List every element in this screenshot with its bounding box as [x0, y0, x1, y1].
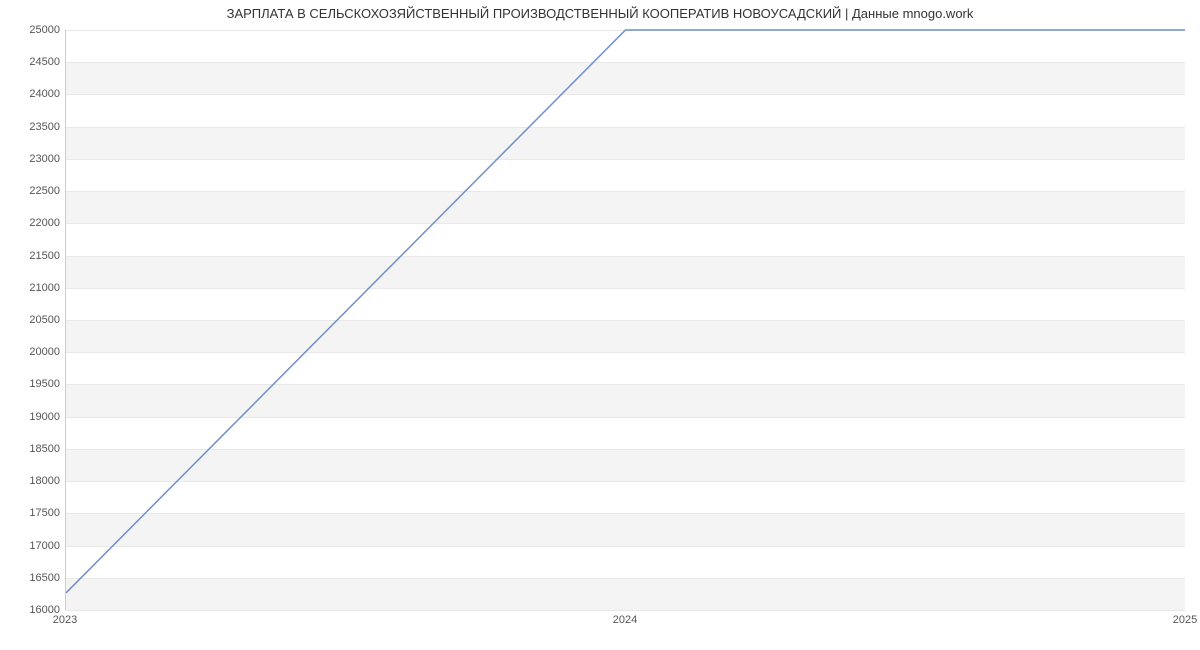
y-tick-label: 17500 [5, 507, 60, 519]
line-path [66, 30, 1185, 609]
chart-container: ЗАРПЛАТА В СЕЛЬСКОХОЗЯЙСТВЕННЫЙ ПРОИЗВОД… [0, 0, 1200, 650]
y-tick-label: 19500 [5, 378, 60, 390]
x-tick-label: 2024 [613, 614, 637, 626]
y-tick-label: 18500 [5, 443, 60, 455]
y-tick-label: 21500 [5, 250, 60, 262]
gridline [66, 610, 1185, 611]
y-tick-label: 17000 [5, 540, 60, 552]
y-tick-label: 24000 [5, 88, 60, 100]
y-tick-label: 23000 [5, 153, 60, 165]
y-tick-label: 22000 [5, 217, 60, 229]
y-tick-label: 22500 [5, 185, 60, 197]
y-tick-label: 18000 [5, 475, 60, 487]
y-tick-label: 20000 [5, 346, 60, 358]
y-tick-label: 20500 [5, 314, 60, 326]
x-tick-label: 2025 [1173, 614, 1197, 626]
y-tick-label: 16000 [5, 604, 60, 616]
y-tick-label: 19000 [5, 411, 60, 423]
plot-area [65, 30, 1185, 610]
chart-title: ЗАРПЛАТА В СЕЛЬСКОХОЗЯЙСТВЕННЫЙ ПРОИЗВОД… [0, 6, 1200, 21]
y-tick-label: 24500 [5, 56, 60, 68]
series-line [66, 30, 1185, 593]
y-tick-label: 23500 [5, 121, 60, 133]
x-tick-label: 2023 [53, 614, 77, 626]
y-tick-label: 21000 [5, 282, 60, 294]
y-tick-label: 16500 [5, 572, 60, 584]
y-tick-label: 25000 [5, 24, 60, 36]
